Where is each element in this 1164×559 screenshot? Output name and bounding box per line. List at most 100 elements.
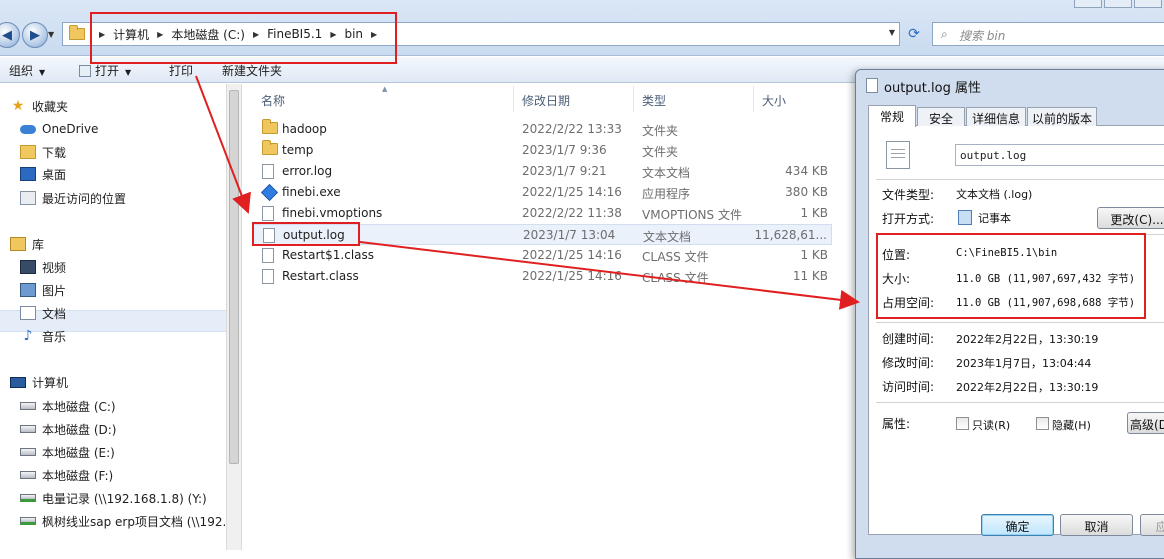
file-row[interactable]: temp 2023/1/7 9:36 文件夹 — [252, 140, 832, 161]
hidden-label: 隐藏(H) — [1052, 419, 1091, 432]
open-with-label: 打开方式: — [882, 212, 935, 226]
filename-field[interactable]: output.log — [955, 144, 1164, 166]
file-name: hadoop — [282, 122, 327, 136]
file-type-value: 文本文档 (.log) — [956, 188, 1033, 201]
forward-arrow-icon: ▶ — [30, 27, 40, 43]
file-type: 文件夹 — [642, 145, 679, 159]
nav-label: OneDrive — [42, 122, 99, 136]
forward-button[interactable]: ▶ — [22, 22, 48, 48]
nav-label: 视频 — [42, 260, 67, 275]
file-date: 2022/2/22 11:38 — [522, 206, 622, 220]
cloud-icon — [20, 124, 36, 134]
nav-label: 本地磁盘 (D:) — [42, 422, 117, 437]
nav-label: 文档 — [42, 306, 67, 321]
nav-item-music[interactable]: ♪ 音乐 — [20, 326, 66, 346]
file-type: 应用程序 — [642, 187, 691, 201]
nav-item-network-drive-sap[interactable]: 枫树线业sap erp项目文档 (\\192. — [20, 511, 226, 531]
file-row[interactable]: hadoop 2022/2/22 13:33 文件夹 — [252, 119, 832, 140]
nav-libraries[interactable]: 库 — [10, 234, 44, 254]
back-button[interactable]: ◀ — [0, 22, 20, 48]
file-row[interactable]: Restart.class 2022/1/25 14:16 CLASS 文件 11 K… — [252, 266, 832, 287]
maximize-button[interactable] — [1104, 0, 1132, 8]
nav-label: 最近访问的位置 — [42, 191, 127, 206]
recent-pages-dropdown-icon[interactable]: ▼ — [48, 30, 54, 39]
modified-label: 修改时间: — [882, 356, 935, 370]
file-row[interactable]: finebi.exe 2022/1/25 14:16 应用程序 380 KB — [252, 182, 832, 203]
nav-item-drive-c[interactable]: 本地磁盘 (C:) — [20, 396, 116, 416]
file-date: 2023/1/7 13:04 — [523, 228, 616, 242]
downloads-folder-icon — [20, 145, 36, 159]
star-icon: ★ — [11, 98, 25, 114]
accessed-label: 访问时间: — [882, 380, 935, 394]
organize-button[interactable]: 组织 ▼ — [9, 62, 45, 79]
close-window-button[interactable] — [1134, 0, 1162, 8]
cancel-button[interactable]: 取消 — [1060, 514, 1133, 536]
nav-item-onedrive[interactable]: OneDrive — [20, 119, 98, 139]
nav-item-drive-f[interactable]: 本地磁盘 (F:) — [20, 465, 113, 485]
tab-security[interactable]: 安全 — [917, 107, 965, 126]
file-row[interactable]: finebi.vmoptions 2022/2/22 11:38 VMOPTIONS… — [252, 203, 832, 224]
document-icon — [20, 306, 36, 320]
address-history-dropdown-icon[interactable]: ▼ — [889, 28, 895, 37]
recent-places-icon — [20, 191, 36, 205]
column-header-name[interactable]: 名称 — [252, 86, 514, 112]
print-button[interactable]: 打印 — [169, 62, 193, 79]
file-row[interactable]: Restart$1.class 2022/1/25 14:16 CLASS 文件 1 … — [252, 245, 832, 266]
file-type-label: 文件类型: — [882, 188, 935, 202]
file-icon — [262, 248, 274, 266]
file-name: temp — [282, 143, 314, 157]
readonly-checkbox[interactable] — [956, 417, 969, 430]
file-row[interactable]: error.log 2023/1/7 9:21 文本文档 434 KB — [252, 161, 832, 182]
folder-icon — [69, 25, 85, 40]
computer-icon — [10, 376, 26, 388]
new-folder-button[interactable]: 新建文件夹 — [222, 62, 282, 79]
nav-label: 枫树线业sap erp项目文档 (\\192. — [42, 514, 226, 529]
apply-button[interactable]: 应用(A) — [1140, 514, 1164, 536]
change-button[interactable]: 更改(C)... — [1097, 207, 1164, 229]
network-drive-icon — [20, 494, 36, 502]
tab-general[interactable]: 常规 — [868, 105, 916, 127]
network-drive-icon — [20, 517, 36, 525]
open-with-value: 记事本 — [978, 212, 1011, 225]
column-header-type[interactable]: 类型 — [634, 86, 754, 112]
desktop-icon — [20, 167, 36, 181]
tab-previous-versions[interactable]: 以前的版本 — [1027, 107, 1097, 126]
tab-details[interactable]: 详细信息 — [966, 107, 1026, 126]
nav-computer[interactable]: 计算机 — [10, 372, 68, 392]
file-date: 2022/1/25 14:16 — [522, 248, 622, 262]
nav-item-drive-d[interactable]: 本地磁盘 (D:) — [20, 419, 116, 439]
nav-item-videos[interactable]: 视频 — [20, 257, 66, 277]
nav-item-pictures[interactable]: 图片 — [20, 280, 66, 300]
open-label: 打开 — [95, 64, 120, 78]
library-icon — [10, 237, 26, 251]
folder-icon — [262, 140, 278, 158]
nav-item-downloads[interactable]: 下载 — [20, 142, 66, 162]
column-header-date[interactable]: 修改日期 — [514, 86, 634, 112]
advanced-button[interactable]: 高级(D)... — [1127, 412, 1164, 434]
app-icon — [261, 184, 278, 203]
organize-label: 组织 — [9, 64, 34, 78]
file-size: 11 KB — [792, 269, 828, 283]
nav-scrollbar-thumb[interactable] — [229, 90, 239, 464]
nav-item-drive-e[interactable]: 本地磁盘 (E:) — [20, 442, 115, 462]
file-name: error.log — [282, 164, 333, 178]
size-highlight-box — [876, 233, 1146, 319]
nav-item-documents[interactable]: 文档 — [20, 303, 66, 323]
search-placeholder: 搜索 bin — [959, 29, 1006, 43]
search-input[interactable]: ⌕ 搜索 bin — [932, 22, 1164, 46]
nav-item-network-drive-y[interactable]: 电量记录 (\\192.168.1.8) (Y:) — [20, 488, 207, 508]
nav-favorites[interactable]: ★ 收藏夹 — [10, 96, 68, 116]
nav-item-recent[interactable]: 最近访问的位置 — [20, 188, 126, 208]
file-icon — [262, 269, 274, 287]
accessed-value: 2022年2月22日，13:30:19 — [956, 381, 1099, 394]
refresh-icon[interactable]: ⟳ — [904, 24, 924, 44]
readonly-label: 只读(R) — [972, 419, 1011, 432]
open-button[interactable]: 打开 ▼ — [79, 62, 131, 79]
column-header-size[interactable]: 大小 — [754, 86, 834, 112]
minimize-button[interactable] — [1074, 0, 1102, 8]
nav-label: 本地磁盘 (C:) — [42, 399, 116, 414]
dialog-title: output.log 属性 — [884, 81, 981, 96]
hidden-checkbox[interactable] — [1036, 417, 1049, 430]
ok-button[interactable]: 确定 — [981, 514, 1054, 536]
nav-item-desktop[interactable]: 桌面 — [20, 164, 66, 184]
